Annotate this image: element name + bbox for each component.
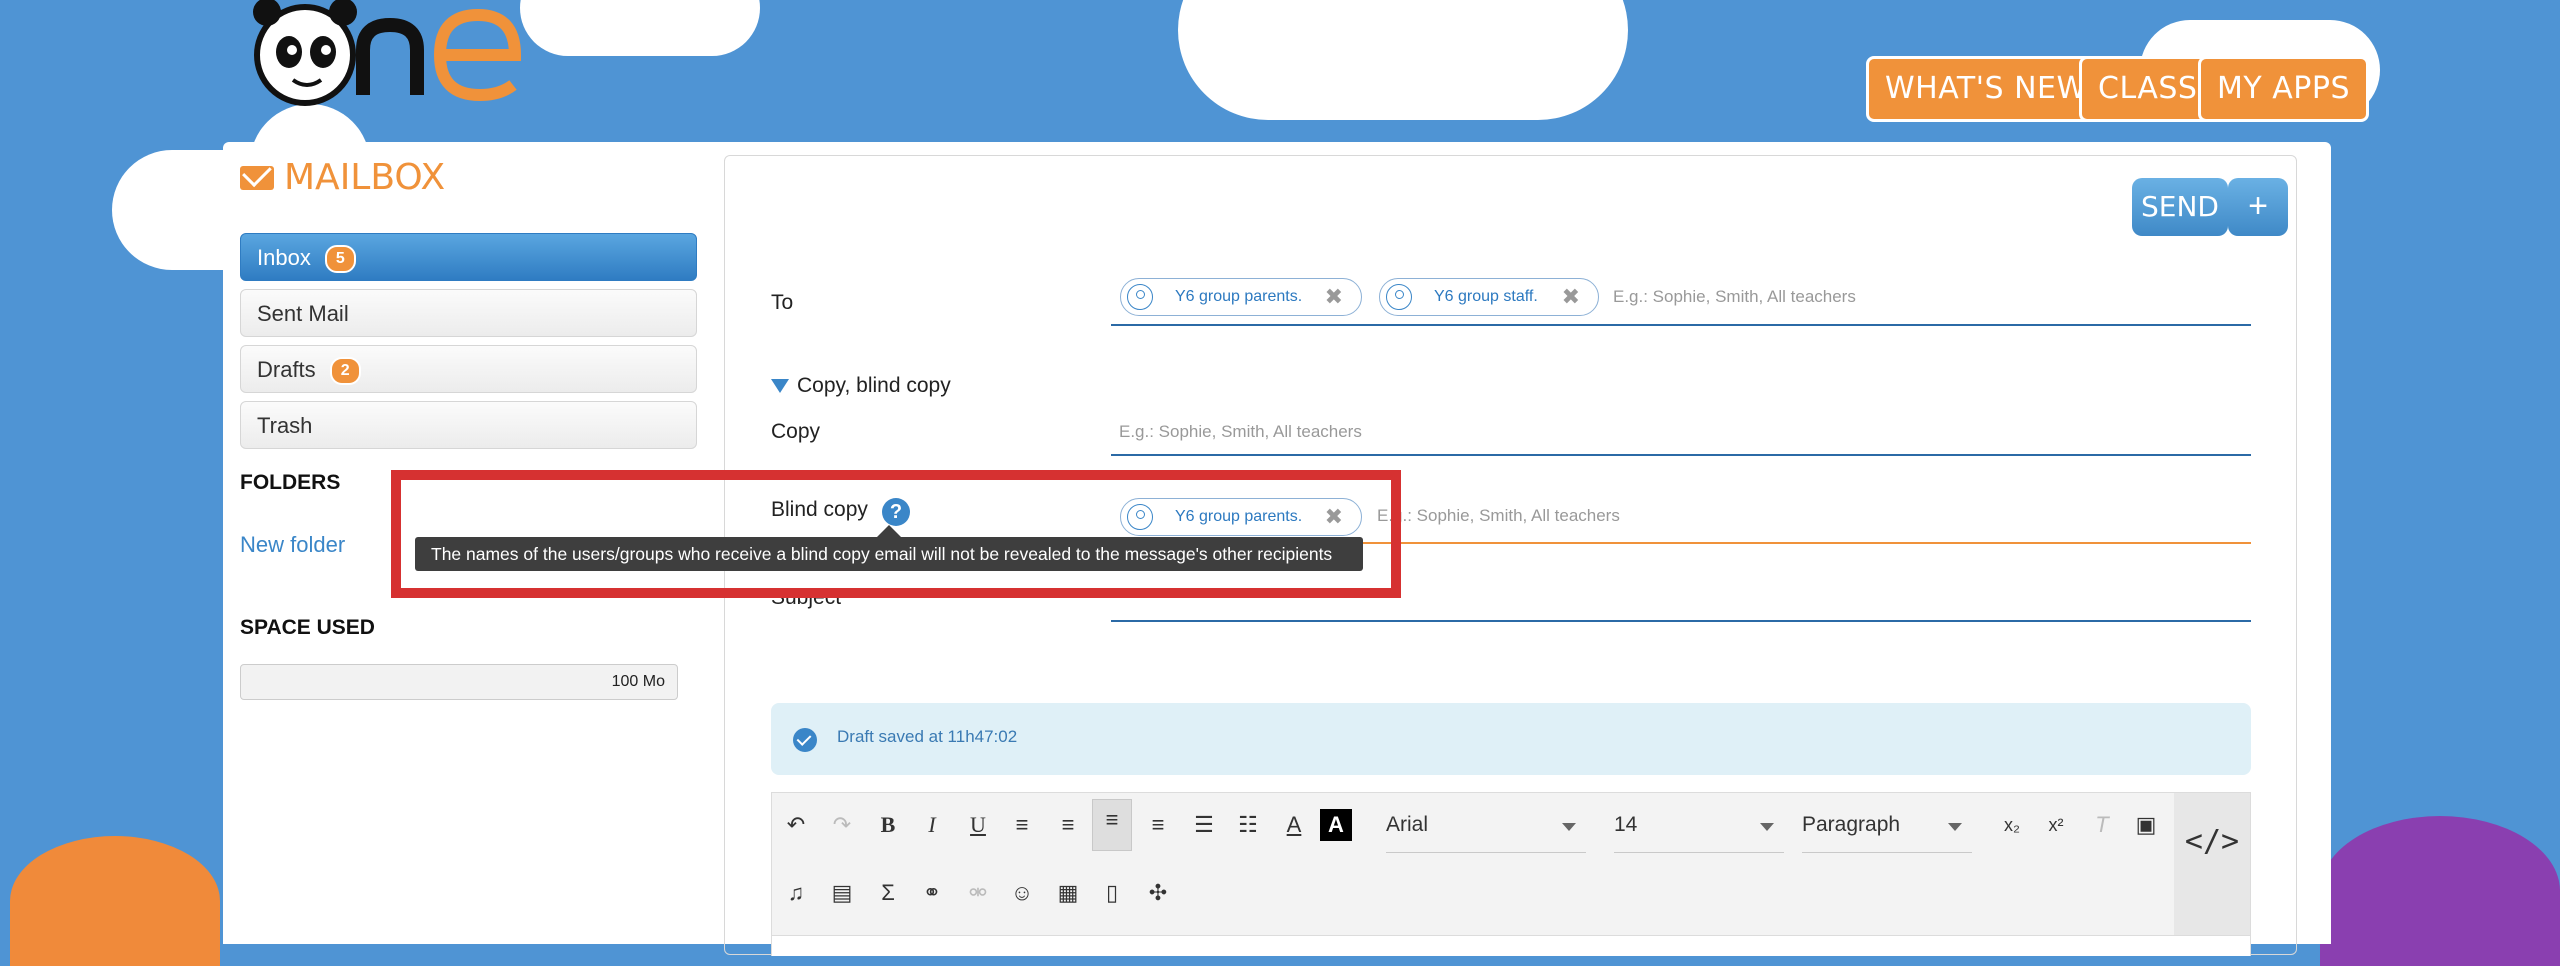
space-used-heading: SPACE USED <box>240 616 375 639</box>
background-color-icon[interactable]: A <box>1320 809 1352 841</box>
emoji-icon[interactable]: ☺ <box>1002 873 1042 913</box>
sidebar-item-label: Trash <box>257 413 313 438</box>
font-size-value: 14 <box>1614 813 1638 836</box>
one-logo[interactable] <box>245 0 545 110</box>
remove-recipient-icon[interactable]: ✖ <box>1325 279 1343 315</box>
to-label: To <box>771 291 794 314</box>
template-icon[interactable]: ▯ <box>1092 873 1132 913</box>
to-input[interactable]: E.g.: Sophie, Smith, All teachers <box>1613 287 1856 307</box>
unread-badge: 5 <box>324 245 356 274</box>
italic-icon[interactable]: I <box>912 805 952 845</box>
check-circle-icon <box>793 728 817 752</box>
justify-icon[interactable]: ≡ <box>1002 805 1042 845</box>
align-center-icon[interactable]: ≡ <box>1048 805 1088 845</box>
new-folder-link[interactable]: New folder <box>240 532 345 558</box>
send-button[interactable]: SEND <box>2132 178 2228 236</box>
table-icon[interactable]: ▦ <box>1048 873 1088 913</box>
blind-copy-input[interactable]: E.g.: Sophie, Smith, All teachers <box>1377 506 1620 526</box>
sidebar-item-inbox[interactable]: Inbox 5 <box>240 233 697 281</box>
copy-field-underline <box>1111 454 2251 456</box>
font-family-select[interactable]: Arial <box>1386 805 1586 853</box>
remove-recipient-icon[interactable]: ✖ <box>1562 279 1580 315</box>
recipient-chip[interactable]: Y6 group parents. ✖ <box>1120 278 1362 316</box>
mailbox-title: MAILBOX <box>240 157 445 198</box>
copy-toggle-label: Copy, blind copy <box>797 374 951 397</box>
drafts-badge: 2 <box>329 357 361 386</box>
source-code-button[interactable]: </> <box>2174 793 2250 955</box>
chevron-down-icon <box>1760 823 1774 831</box>
group-icon <box>1127 284 1153 310</box>
clear-format-icon[interactable]: T <box>2082 805 2122 845</box>
embed-icon[interactable]: ✣ <box>1138 873 1178 913</box>
copy-input[interactable]: E.g.: Sophie, Smith, All teachers <box>1119 422 1362 442</box>
undo-icon[interactable]: ↶ <box>776 805 816 845</box>
more-options-button[interactable]: + <box>2228 178 2288 236</box>
video-icon[interactable]: ▤ <box>822 873 862 913</box>
align-right-icon[interactable]: ≡ <box>1138 805 1178 845</box>
editor-toolbar: ↶ ↷ B I U ≡ ≡ ≡ ≡ ☰ ☷ A A Arial 14 Parag… <box>771 792 2251 956</box>
font-family-value: Arial <box>1386 813 1429 836</box>
text-color-icon[interactable]: A <box>1274 805 1314 845</box>
font-size-select[interactable]: 14 <box>1614 805 1784 853</box>
subscript-icon[interactable]: x₂ <box>1992 805 2032 845</box>
bullet-list-icon[interactable]: ☰ <box>1184 805 1224 845</box>
recipient-chip[interactable]: Y6 group staff. ✖ <box>1379 278 1599 316</box>
unlink-icon[interactable]: ⚮ <box>958 873 998 913</box>
sidebar-item-label: Sent Mail <box>257 301 349 326</box>
sidebar-item-label: Inbox <box>257 245 311 270</box>
cloud-decoration <box>520 0 760 56</box>
sidebar-item-trash[interactable]: Trash <box>240 401 697 449</box>
block-format-value: Paragraph <box>1802 813 1901 836</box>
editor-body[interactable] <box>772 935 2250 956</box>
image-icon[interactable]: ▣ <box>2126 805 2166 845</box>
copy-blind-copy-toggle[interactable]: Copy, blind copy <box>771 374 951 398</box>
mailbox-title-text: MAILBOX <box>284 157 446 198</box>
superscript-icon[interactable]: x² <box>2036 805 2076 845</box>
draft-saved-notice: Draft saved at 11h47:02 <box>771 703 2251 775</box>
block-format-select[interactable]: Paragraph <box>1802 805 1972 853</box>
chevron-down-icon <box>1562 823 1576 831</box>
subject-input[interactable] <box>1111 620 2251 622</box>
numbered-list-icon[interactable]: ☷ <box>1228 805 1268 845</box>
recipient-chip-label: Y6 group parents. <box>1175 288 1303 305</box>
my-apps-button[interactable]: MY APPS <box>2198 56 2369 122</box>
sidebar-item-drafts[interactable]: Drafts 2 <box>240 345 697 393</box>
hill-decoration <box>10 836 220 966</box>
cloud-decoration <box>1178 0 1628 120</box>
triangle-down-icon <box>771 379 789 393</box>
group-icon <box>1386 284 1412 310</box>
align-left-icon[interactable]: ≡ <box>1092 799 1132 851</box>
formula-icon[interactable]: Σ <box>868 873 908 913</box>
link-icon[interactable]: ⚭ <box>912 873 952 913</box>
underline-icon[interactable]: U <box>958 805 998 845</box>
sidebar-item-sent-mail[interactable]: Sent Mail <box>240 289 697 337</box>
draft-saved-text: Draft saved at 11h47:02 <box>837 727 1018 746</box>
to-field-underline <box>1111 324 2251 326</box>
class-button[interactable]: CLASS <box>2079 56 2217 122</box>
envelope-icon <box>240 165 274 190</box>
audio-icon[interactable]: ♫ <box>776 873 816 913</box>
redo-icon[interactable]: ↷ <box>822 805 862 845</box>
space-used-bar: 100 Mo <box>240 664 678 700</box>
copy-label: Copy <box>771 420 821 443</box>
space-used-value: 100 Mo <box>611 673 665 690</box>
recipient-chip-label: Y6 group staff. <box>1434 288 1538 305</box>
chevron-down-icon <box>1948 823 1962 831</box>
sidebar-item-label: Drafts <box>257 357 316 382</box>
highlight-box <box>391 470 1401 598</box>
bold-icon[interactable]: B <box>868 805 908 845</box>
folders-heading: FOLDERS <box>240 471 341 494</box>
